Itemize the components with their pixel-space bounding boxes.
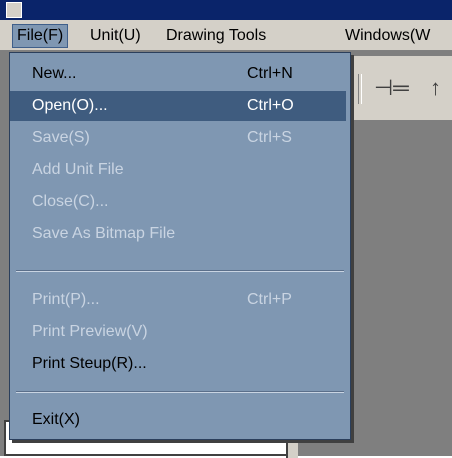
menu-file[interactable]: File(F)	[12, 24, 69, 48]
wire-connector-icon[interactable]: ⊣═	[374, 76, 409, 100]
menu-item-exit[interactable]: Exit(X)	[10, 405, 350, 435]
menu-separator	[16, 270, 344, 272]
menu-bar: File(F) Unit(U) Drawing Tools Windows(W	[0, 20, 452, 51]
menu-separator	[16, 391, 344, 393]
menu-item-save-as-bitmap[interactable]: Save As Bitmap File	[10, 219, 350, 249]
menu-item-close[interactable]: Close(C)...	[10, 187, 350, 217]
menu-unit[interactable]: Unit(U)	[90, 25, 141, 47]
menu-item-save[interactable]: Save(S) Ctrl+S	[10, 123, 350, 153]
toolbar: ⊣═ ↑	[345, 56, 452, 120]
menu-drawing-tools[interactable]: Drawing Tools	[166, 25, 266, 47]
app-icon[interactable]	[6, 2, 22, 18]
menu-item-print-setup[interactable]: Print Steup(R)...	[10, 349, 350, 379]
menu-item-print-preview[interactable]: Print Preview(V)	[10, 317, 350, 347]
arrow-icon[interactable]: ↑	[430, 76, 441, 100]
menu-item-new[interactable]: New... Ctrl+N	[10, 59, 350, 89]
toolbar-separator	[358, 74, 362, 104]
file-menu-dropdown: New... Ctrl+N Open(O)... Ctrl+O Save(S) …	[9, 52, 351, 440]
menu-item-print[interactable]: Print(P)... Ctrl+P	[10, 285, 350, 315]
title-bar	[0, 0, 452, 20]
menu-item-add-unit-file[interactable]: Add Unit File	[10, 155, 350, 185]
menu-windows[interactable]: Windows(W	[345, 25, 430, 47]
menu-item-open[interactable]: Open(O)... Ctrl+O	[10, 91, 346, 121]
